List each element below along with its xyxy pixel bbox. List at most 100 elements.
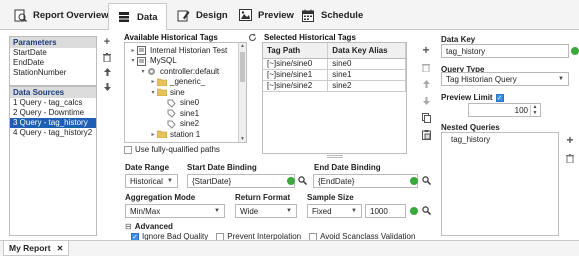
trash-icon[interactable] bbox=[102, 52, 112, 62]
tree-node[interactable]: ▾ MySQL bbox=[129, 56, 246, 67]
table-row[interactable]: [~]sine/sine0 sine0 bbox=[263, 58, 406, 70]
parameter-item[interactable]: StationNumber bbox=[10, 68, 96, 78]
expand-toggle-icon[interactable]: ▾ bbox=[149, 89, 157, 96]
tree-node[interactable]: ▸ station 1 bbox=[129, 129, 246, 140]
paste-icon[interactable] bbox=[421, 130, 431, 140]
data-key-value: tag_history bbox=[446, 46, 486, 56]
data-source-item[interactable]: 2 Query - Downtime bbox=[10, 108, 96, 118]
resize-handle[interactable] bbox=[327, 155, 343, 158]
data-source-item[interactable]: 4 Query - tag_history2 bbox=[10, 128, 96, 138]
sample-size-dropdown[interactable]: Fixed ▼ bbox=[307, 204, 362, 218]
date-range-label: Date Range bbox=[125, 163, 170, 172]
data-source-item-selected[interactable]: 3 Query - tag_history bbox=[10, 118, 96, 128]
add-nested-query-icon[interactable]: + bbox=[565, 133, 575, 147]
fully-qualified-checkbox[interactable] bbox=[124, 145, 132, 154]
delete-tag-icon[interactable] bbox=[421, 62, 431, 72]
tab-label: Report Overview bbox=[33, 9, 109, 21]
tab-label: Design bbox=[196, 9, 228, 21]
close-icon[interactable]: ✕ bbox=[57, 244, 64, 253]
start-date-value: {StartDate} bbox=[192, 176, 232, 186]
data-source-item[interactable]: 1 Query - tag_calcs bbox=[10, 98, 96, 108]
preview-limit-spinner[interactable]: 100 ▲ ▼ bbox=[468, 103, 541, 117]
column-header-tag-path[interactable]: Tag Path bbox=[263, 43, 329, 59]
folder-icon bbox=[156, 130, 168, 139]
alias-cell[interactable]: sine2 bbox=[327, 80, 406, 92]
end-date-value: {EndDate} bbox=[318, 176, 355, 186]
scroll-down-icon[interactable]: ▼ bbox=[239, 136, 246, 142]
tree-node[interactable]: sine0 bbox=[129, 98, 246, 109]
scroll-thumb[interactable] bbox=[240, 52, 245, 82]
scroll-up-icon[interactable]: ▲ bbox=[239, 43, 246, 51]
move-down-icon[interactable] bbox=[102, 82, 112, 92]
add-tag-icon[interactable]: + bbox=[421, 43, 431, 57]
sample-search-icon[interactable] bbox=[422, 206, 431, 215]
add-icon[interactable]: + bbox=[102, 36, 112, 48]
tree-node-label: sine0 bbox=[180, 98, 200, 108]
alias-cell[interactable]: sine0 bbox=[327, 58, 406, 70]
move-tag-up-icon[interactable] bbox=[421, 79, 431, 89]
end-date-search-icon[interactable] bbox=[422, 176, 431, 185]
sample-count-value: 1000 bbox=[370, 206, 388, 216]
delete-nested-query-icon[interactable] bbox=[565, 153, 575, 163]
tree-node-label: station 1 bbox=[170, 129, 201, 139]
spinner-arrows-icon[interactable]: ▲ ▼ bbox=[530, 104, 539, 116]
parameter-item[interactable]: StartDate bbox=[10, 48, 96, 58]
tab-schedule[interactable]: Schedule bbox=[293, 3, 371, 27]
date-range-dropdown[interactable]: Historical ▼ bbox=[125, 174, 178, 188]
table-row[interactable]: [~]sine/sine1 sine1 bbox=[263, 69, 406, 81]
query-type-dropdown[interactable]: Tag Historian Query ▼ bbox=[441, 72, 569, 86]
expand-toggle-icon[interactable]: ▾ bbox=[139, 68, 147, 75]
end-date-valid-icon bbox=[410, 177, 418, 185]
tree-node[interactable]: ▸ _generic_ bbox=[129, 77, 246, 88]
tree-node-label: MySQL bbox=[150, 56, 177, 66]
collapse-toggle-icon[interactable]: ▸ bbox=[149, 131, 157, 138]
tab-design[interactable]: Design bbox=[168, 3, 236, 27]
parameter-item[interactable]: EndDate bbox=[10, 58, 96, 68]
tree-node-label: sine2 bbox=[180, 119, 200, 129]
copy-icon[interactable] bbox=[421, 113, 431, 123]
tab-report-overview[interactable]: Report Overview bbox=[5, 3, 117, 27]
tree-node[interactable]: ▾ sine bbox=[129, 87, 246, 98]
tag-tree: ▸ Internal Historian Test ▾ MySQL ▾ controlle… bbox=[124, 42, 247, 143]
refresh-icon[interactable] bbox=[248, 33, 258, 43]
sample-count-input[interactable]: 1000 bbox=[365, 204, 406, 218]
tab-label: Schedule bbox=[321, 9, 364, 21]
tree-node[interactable]: ▸ Internal Historian Test bbox=[129, 45, 246, 56]
tree-scrollbar[interactable]: ▲ ▼ bbox=[238, 43, 246, 142]
preview-limit-value: 100 bbox=[514, 105, 528, 115]
return-format-label: Return Format bbox=[235, 193, 291, 202]
advanced-toggle[interactable]: ⊟ Advanced bbox=[125, 222, 173, 231]
database-icon bbox=[137, 56, 147, 66]
expand-toggle-icon[interactable]: ▾ bbox=[129, 57, 137, 64]
preview-limit-checkbox[interactable]: ✓ bbox=[495, 93, 504, 102]
fully-qualified-option[interactable]: Use fully-qualified paths bbox=[124, 145, 220, 154]
return-format-dropdown[interactable]: Wide ▼ bbox=[235, 204, 297, 218]
tab-preview[interactable]: Preview bbox=[230, 3, 302, 27]
tree-node[interactable]: ▾ controller:default bbox=[129, 66, 246, 77]
document-tab-my-report[interactable]: My Report ✕ bbox=[3, 241, 70, 256]
collapse-toggle-icon[interactable]: ▸ bbox=[149, 78, 157, 85]
tree-node[interactable]: sine2 bbox=[129, 119, 246, 130]
sample-size-value: Fixed bbox=[312, 206, 332, 216]
tag-icon bbox=[167, 120, 177, 129]
start-date-search-icon[interactable] bbox=[298, 176, 307, 185]
tree-node[interactable]: sine1 bbox=[129, 108, 246, 119]
tag-controls: + bbox=[421, 43, 433, 140]
nested-query-item[interactable]: tag_history bbox=[451, 135, 558, 144]
end-date-input[interactable]: {EndDate} bbox=[313, 174, 418, 188]
collapse-toggle-icon[interactable]: ▸ bbox=[129, 47, 137, 54]
preview-limit-row: Preview Limit ✓ bbox=[441, 93, 507, 102]
column-header-data-key-alias[interactable]: Data Key Alias bbox=[327, 43, 406, 59]
selected-tags-label: Selected Historical Tags bbox=[264, 33, 356, 42]
tab-data[interactable]: Data bbox=[108, 3, 167, 30]
start-date-input[interactable]: {StartDate} bbox=[187, 174, 295, 188]
move-up-icon[interactable] bbox=[102, 67, 112, 77]
aggregation-dropdown[interactable]: Min/Max ▼ bbox=[125, 204, 225, 218]
alias-cell[interactable]: sine1 bbox=[327, 69, 406, 81]
tree-node-label: sine1 bbox=[180, 108, 200, 118]
data-key-input[interactable]: tag_history bbox=[441, 44, 569, 58]
table-row[interactable]: [~]sine/sine2 sine2 bbox=[263, 80, 406, 92]
chevron-down-icon: ▼ bbox=[558, 76, 564, 82]
preview-icon bbox=[238, 8, 252, 22]
move-tag-down-icon[interactable] bbox=[421, 96, 431, 106]
